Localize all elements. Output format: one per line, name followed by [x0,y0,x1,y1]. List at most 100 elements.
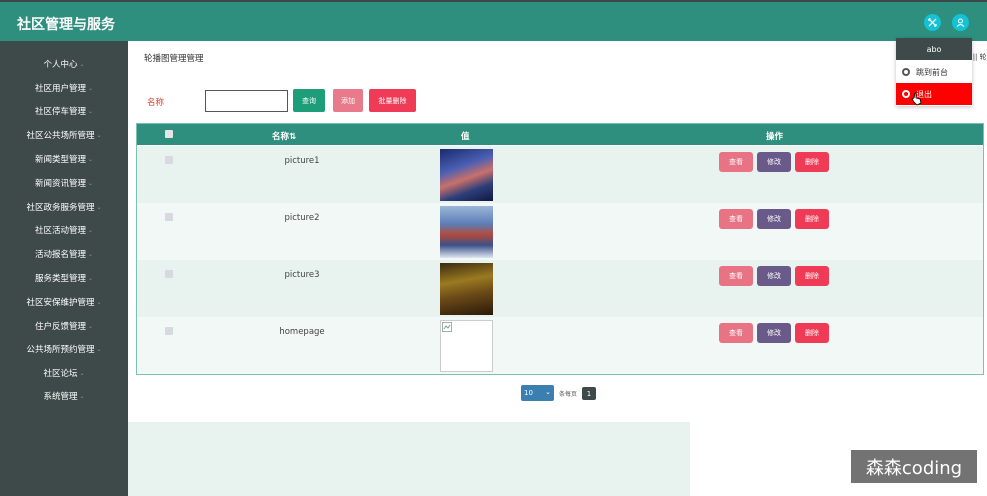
delete-button[interactable]: 删除 [795,323,829,343]
page-size-value: 10 [524,389,533,397]
sidebar-item-system[interactable]: 系统管理 ⌄ [0,387,128,405]
column-header-value: 值 [461,132,470,142]
search-label: 名称 [147,98,165,108]
sidebar-item-security[interactable]: 社区安保维护管理 ⌄ [0,293,128,311]
sidebar-item-personal-center[interactable]: 个人中心 ⌄ [0,55,128,73]
search-input[interactable] [205,90,288,112]
chevron-down-icon: ⌄ [87,107,94,115]
sidebar-item-label: 服务类型管理 [34,274,86,284]
menu-item-frontend[interactable]: 跳到前台 [896,61,972,83]
sidebar-item-forum[interactable]: 社区论坛 ⌄ [0,364,128,382]
table-row: picture1 查看 修改 删除 [137,146,983,203]
edit-button[interactable]: 修改 [757,323,791,343]
chevron-down-icon: ⌄ [87,250,94,258]
sidebar-item-parking[interactable]: 社区停车管理 ⌄ [0,102,128,120]
sidebar-item-label: 社区政务服务管理 [26,203,95,213]
menu-item-label: 跳到前台 [916,67,948,77]
watermark: 森森coding [851,450,977,483]
sidebar-item-label: 社区停车管理 [34,107,86,117]
sidebar-item-registrations[interactable]: 活动报名管理 ⌄ [0,245,128,263]
batch-delete-button[interactable]: 批量删除 [369,89,416,112]
sidebar-item-label: 社区用户管理 [34,84,86,94]
delete-button[interactable]: 删除 [795,152,829,172]
table-row: homepage 查看 修改 删除 [137,317,983,374]
chevron-down-icon: ⌄ [87,84,94,92]
row-checkbox[interactable] [165,327,173,335]
view-button[interactable]: 查看 [719,152,753,172]
menu-item-logout[interactable]: 退出 [896,83,972,105]
sidebar-item-label: 个人中心 [43,60,78,70]
table-row: picture2 查看 修改 删除 [137,203,983,260]
delete-button[interactable]: 删除 [795,209,829,229]
sidebar: 个人中心 ⌄ 社区用户管理 ⌄ 社区停车管理 ⌄ 社区公共场所管理 ⌄ 新闻类型管理 ⌄ … [0,41,128,496]
sidebar-item-news[interactable]: 新闻资讯管理 ⌄ [0,174,128,192]
row-image-thumbnail [440,263,493,315]
column-header-actions: 操作 [766,132,784,142]
chevron-down-icon: ⌄ [545,388,551,396]
home-icon [902,68,910,76]
breadcrumb-text[interactable]: || 轮播图管理 [973,53,987,61]
sidebar-item-label: 活动报名管理 [34,250,86,260]
sidebar-item-label: 社区活动管理 [34,226,86,236]
chevron-down-icon: ⌄ [79,369,85,377]
row-checkbox[interactable] [165,213,173,221]
page-size-select[interactable]: 10 ⌄ [521,385,554,401]
pointer-cursor-icon [911,91,923,110]
chevron-down-icon: ⌄ [96,345,102,353]
chevron-down-icon: ⌄ [87,226,94,234]
sidebar-item-news-types[interactable]: 新闻类型管理 ⌄ [0,150,128,168]
chevron-down-icon: ⌄ [79,60,85,68]
row-checkbox[interactable] [165,270,173,278]
row-image-thumbnail [440,206,493,258]
sort-icon[interactable]: ⇅ [289,132,296,142]
chevron-down-icon: ⌄ [87,274,94,282]
edit-button[interactable]: 修改 [757,152,791,172]
edit-button[interactable]: 修改 [757,266,791,286]
sidebar-item-gov-services[interactable]: 社区政务服务管理 ⌄ [0,198,128,216]
carousel-table: 名称⇅ 值 操作 picture1 查看 修改 删除 picture2 查看 修… [136,123,984,375]
sidebar-item-label: 社区论坛 [43,369,78,379]
chevron-down-icon: ⌄ [87,322,94,330]
table-header: 名称⇅ 值 操作 [137,124,983,145]
chevron-down-icon: ⌄ [87,179,94,187]
sidebar-item-activities[interactable]: 社区活动管理 ⌄ [0,221,128,239]
sidebar-item-label: 社区公共场所管理 [26,131,95,141]
sidebar-item-reservations[interactable]: 公共场所预约管理 ⌄ [0,340,128,358]
row-image-thumbnail [440,149,493,201]
sidebar-item-users[interactable]: 社区用户管理 ⌄ [0,79,128,97]
add-button[interactable]: 添加 [333,89,363,112]
logout-icon [902,90,910,98]
chevron-down-icon: ⌄ [96,298,102,306]
row-name: picture2 [284,213,320,223]
fullscreen-icon[interactable] [924,14,941,31]
sidebar-item-label: 公共场所预约管理 [26,345,95,355]
page-number-button[interactable]: 1 [582,387,596,400]
username-label: abo [896,38,972,60]
sidebar-item-label: 新闻资讯管理 [34,179,86,189]
table-row: picture3 查看 修改 删除 [137,260,983,317]
sidebar-item-service-types[interactable]: 服务类型管理 ⌄ [0,269,128,287]
chevron-down-icon: ⌄ [96,203,102,211]
sidebar-item-public-places[interactable]: 社区公共场所管理 ⌄ [0,126,128,144]
view-button[interactable]: 查看 [719,266,753,286]
query-button[interactable]: 查询 [293,89,325,112]
chevron-down-icon: ⌄ [79,392,85,400]
column-header-name[interactable]: 名称⇅ [272,130,296,142]
edit-button[interactable]: 修改 [757,209,791,229]
user-avatar-icon[interactable] [952,14,969,31]
row-name: picture1 [284,156,320,166]
chevron-down-icon: ⌄ [87,155,94,163]
select-all-checkbox[interactable] [165,130,173,138]
top-bar: 社区管理与服务 [0,0,987,41]
page-title: 轮播图管理管理 [144,54,204,64]
view-button[interactable]: 查看 [719,209,753,229]
view-button[interactable]: 查看 [719,323,753,343]
row-name: homepage [279,327,325,337]
row-name: picture3 [284,270,320,280]
row-checkbox[interactable] [165,156,173,164]
sidebar-item-feedback[interactable]: 住户反馈管理 ⌄ [0,317,128,335]
sidebar-item-label: 系统管理 [43,392,78,402]
delete-button[interactable]: 删除 [795,266,829,286]
sidebar-item-label: 社区安保维护管理 [26,298,95,308]
broken-image-icon [440,320,493,372]
